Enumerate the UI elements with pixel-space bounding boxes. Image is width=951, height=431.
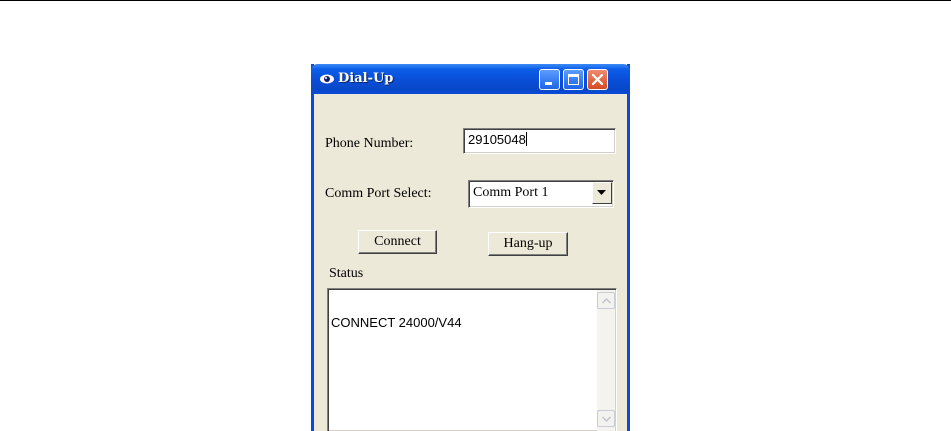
hangup-button[interactable]: Hang-up	[488, 232, 568, 256]
connect-button[interactable]: Connect	[358, 230, 437, 254]
status-textarea[interactable]: CONNECT 24000/V44	[327, 288, 617, 431]
text-caret	[525, 132, 527, 146]
phone-number-field[interactable]: 29105048	[463, 128, 616, 154]
comm-port-select[interactable]: Comm Port 1	[468, 180, 614, 208]
scroll-up-button[interactable]	[597, 292, 615, 309]
close-icon	[591, 73, 604, 86]
comm-port-selected: Comm Port 1	[473, 185, 549, 200]
comm-port-dropdown-button[interactable]	[592, 182, 612, 204]
status-label: Status	[329, 266, 364, 281]
window-title: Dial-Up	[338, 71, 394, 86]
dialup-window: Dial-Up Phone Number: 29105048 Comm Port…	[311, 64, 630, 431]
chevron-down-icon	[597, 190, 606, 195]
top-divider-line	[0, 0, 951, 1]
status-message: CONNECT 24000/V44	[331, 315, 462, 330]
phone-number-label: Phone Number:	[325, 136, 414, 151]
scroll-down-button[interactable]	[597, 410, 615, 427]
minimize-icon	[545, 82, 552, 85]
maximize-icon	[568, 74, 579, 85]
comm-port-label: Comm Port Select:	[325, 186, 432, 201]
dialup-app-icon	[320, 74, 334, 84]
title-bar[interactable]: Dial-Up	[311, 64, 630, 94]
chevron-down-icon	[602, 416, 611, 422]
maximize-button[interactable]	[563, 69, 584, 90]
phone-number-value: 29105048	[468, 132, 526, 147]
close-button[interactable]	[587, 69, 608, 90]
minimize-button[interactable]	[539, 69, 560, 90]
chevron-up-icon	[602, 298, 611, 304]
status-scrollbar[interactable]	[597, 290, 615, 431]
